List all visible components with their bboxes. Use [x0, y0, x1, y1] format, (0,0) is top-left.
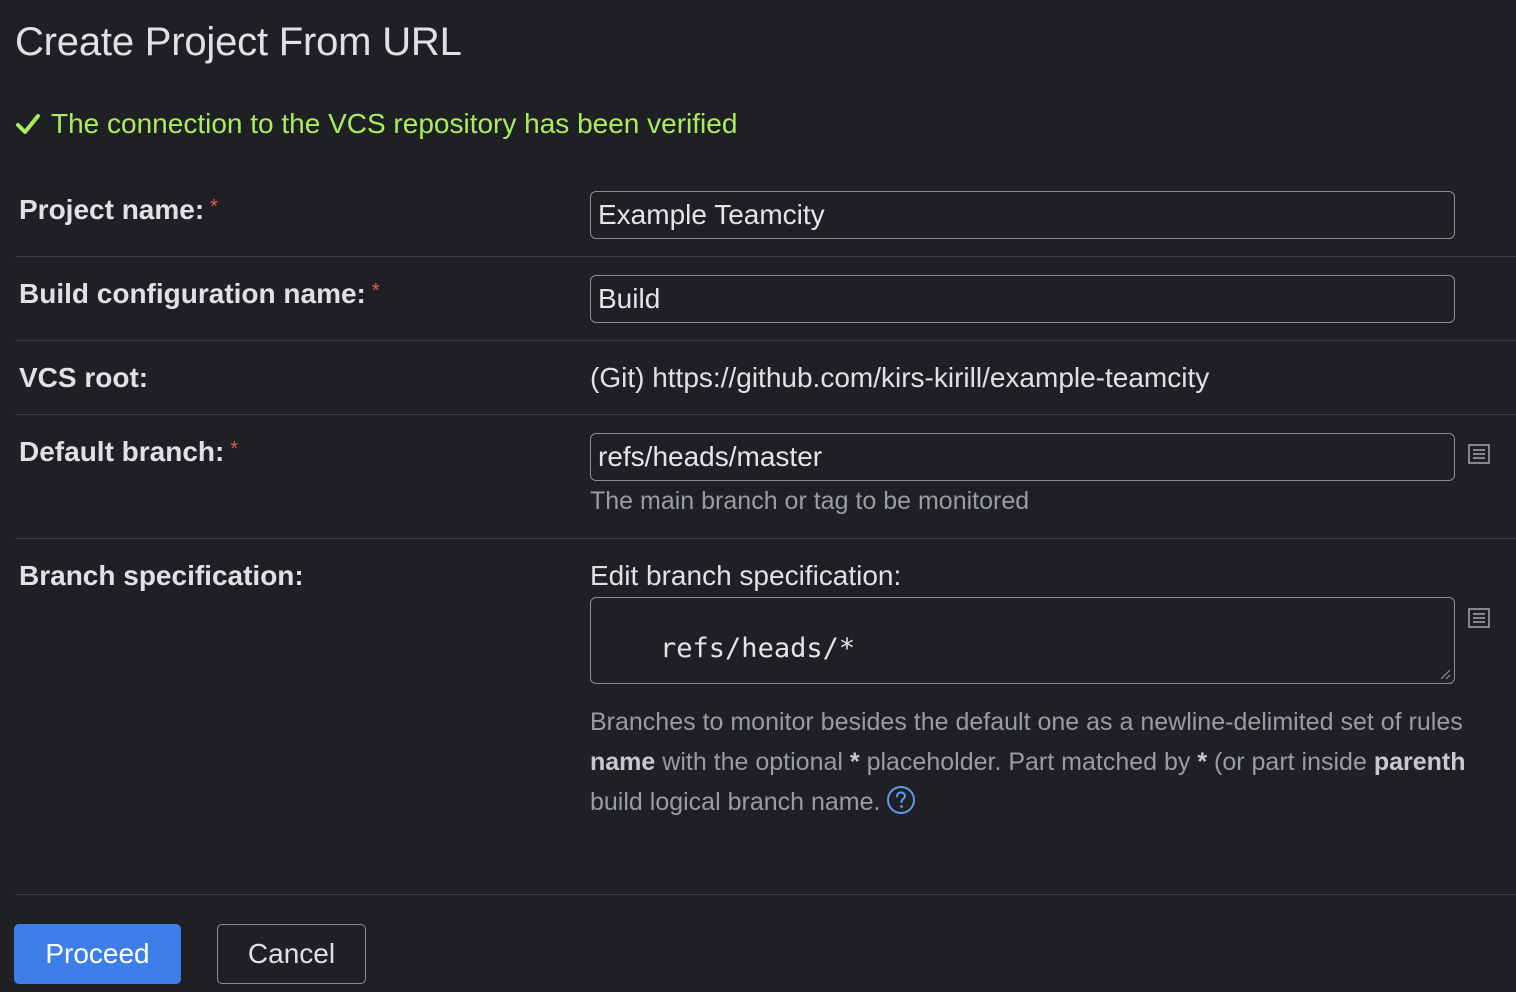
desc-text-3: build logical branch name.	[590, 788, 881, 816]
default-branch-input[interactable]: refs/heads/master	[590, 433, 1455, 481]
resize-grip-icon[interactable]	[1439, 668, 1451, 680]
default-branch-label-text: Default branch:	[19, 436, 225, 467]
footer-divider	[15, 894, 1516, 895]
desc-text-c: (or part inside	[1207, 748, 1374, 776]
page-title: Create Project From URL	[15, 20, 462, 64]
branch-spec-textarea[interactable]: refs/heads/*	[590, 597, 1455, 684]
branch-spec-value: refs/heads/*	[660, 633, 856, 664]
verified-text: The connection to the VCS repository has…	[51, 108, 738, 139]
build-config-label-text: Build configuration name:	[19, 278, 366, 309]
build-config-input[interactable]: Build	[590, 275, 1455, 323]
cancel-button[interactable]: Cancel	[217, 924, 366, 984]
verified-message: The connection to the VCS repository has…	[15, 108, 737, 140]
branch-spec-label: Branch specification:	[19, 560, 304, 591]
project-name-input[interactable]: Example Teamcity	[590, 191, 1455, 239]
default-branch-label: Default branch: *	[19, 436, 238, 468]
branch-spec-description: Branches to monitor besides the default …	[590, 702, 1516, 822]
default-branch-hint: The main branch or tag to be monitored	[590, 487, 1030, 515]
branch-spec-edit-label: Edit branch specification:	[590, 560, 902, 591]
vcs-root-label: VCS root:	[19, 362, 149, 393]
desc-line-1: Branches to monitor besides the default …	[590, 708, 1463, 736]
desc-line-2: name with the optional * placeholder. Pa…	[590, 742, 1516, 782]
checkmark-icon	[16, 114, 40, 134]
list-icon[interactable]	[1468, 608, 1490, 628]
desc-star: *	[849, 748, 860, 776]
help-circle-icon[interactable]	[886, 785, 916, 815]
required-mark: *	[210, 196, 218, 218]
desc-text-a: with the optional	[655, 748, 850, 776]
desc-star: *	[1197, 748, 1208, 776]
required-mark: *	[371, 280, 380, 302]
build-config-label: Build configuration name: *	[19, 278, 380, 310]
desc-bold-name: name	[590, 748, 656, 776]
project-name-label: Project name: *	[19, 194, 218, 226]
desc-text-b: placeholder. Part matched by	[859, 748, 1198, 776]
list-icon[interactable]	[1468, 444, 1490, 464]
project-name-label-text: Project name:	[19, 194, 205, 225]
desc-line-3: build logical branch name.	[590, 782, 1516, 822]
desc-bold-parenth: parenth	[1373, 748, 1466, 776]
create-project-page: Create Project From URL The connection t…	[0, 0, 1516, 992]
proceed-button[interactable]: Proceed	[14, 924, 181, 984]
required-mark: *	[230, 438, 239, 460]
vcs-root-value: (Git) https://github.com/kirs-kirill/exa…	[590, 362, 1210, 393]
